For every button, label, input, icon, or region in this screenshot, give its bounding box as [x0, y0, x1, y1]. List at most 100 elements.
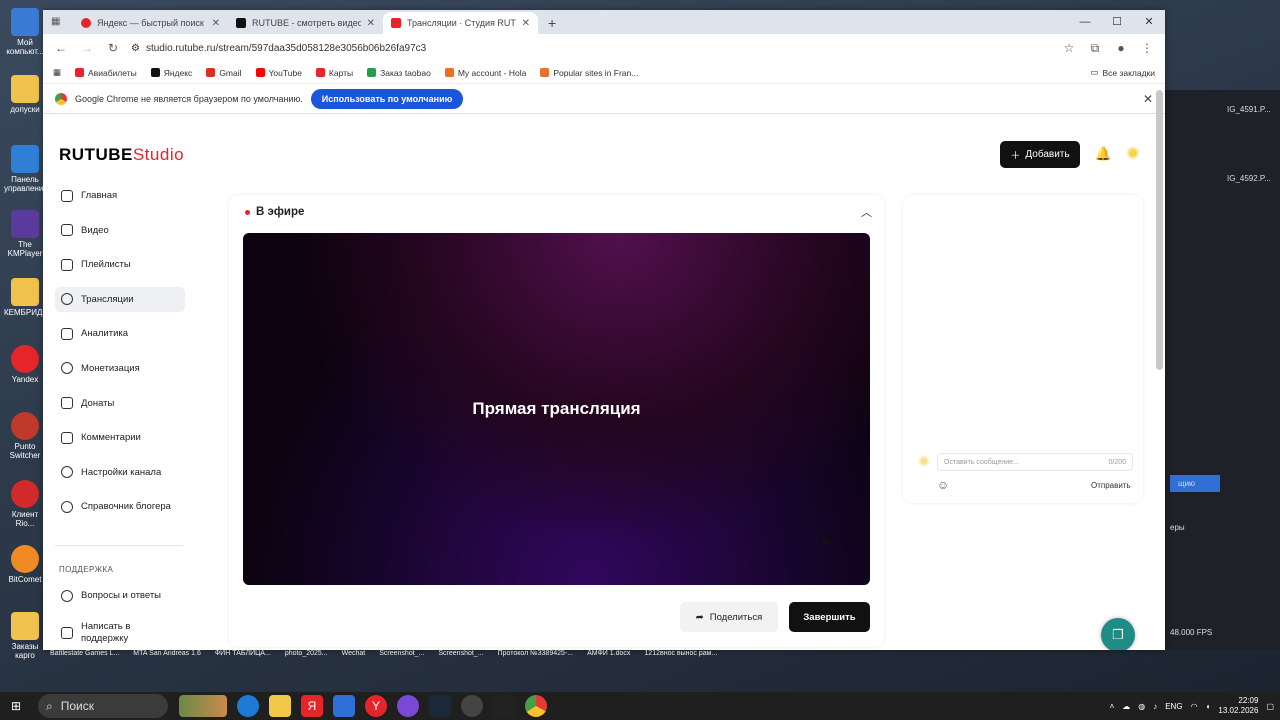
sidebar-item-donations[interactable]: Донаты: [55, 391, 185, 416]
desktop-icon-yandex[interactable]: Yandex: [4, 345, 46, 384]
desktop-icon-punto[interactable]: Punto Switcher: [4, 412, 46, 460]
wifi-icon[interactable]: ◠: [1191, 702, 1198, 711]
hola-icon: [444, 68, 454, 77]
sidebar-item-contact-support[interactable]: Написать в поддержку: [55, 618, 185, 648]
bookmark-item[interactable]: YouTube: [255, 68, 302, 78]
discord-icon[interactable]: [397, 695, 419, 717]
desktop-icon-client-rio[interactable]: Клиент Rio...: [4, 480, 46, 528]
minimize-icon[interactable]: —: [1069, 10, 1101, 34]
close-tab-icon[interactable]: ✕: [522, 18, 530, 29]
desktop-icon-kmplayer[interactable]: The KMPlayer: [4, 210, 46, 258]
desktop-file[interactable]: Screenshot_...: [438, 650, 483, 668]
desktop-icon-control-panel[interactable]: Панель управлени...: [4, 145, 50, 193]
bookmark-item[interactable]: Авиабилеты: [75, 68, 137, 78]
rutube-icon[interactable]: [493, 695, 515, 717]
close-tab-icon[interactable]: ✕: [212, 18, 220, 29]
sidebar-item-faq[interactable]: Вопросы и ответы: [55, 583, 185, 608]
tab-search-icon[interactable]: ▦: [51, 16, 63, 28]
profile-icon[interactable]: ●: [1113, 41, 1129, 55]
forward-icon[interactable]: →: [79, 41, 95, 55]
sidebar-item-comments[interactable]: Комментарии: [55, 425, 185, 450]
clock[interactable]: 22:09 13.02.2026: [1218, 696, 1258, 716]
cloud-icon[interactable]: ☁: [1122, 702, 1130, 711]
desktop-file[interactable]: Battlestate Games L...: [50, 650, 119, 668]
sidebar-item-home[interactable]: Главная: [55, 183, 185, 208]
all-bookmarks[interactable]: ▭ Все закладки: [1090, 67, 1155, 78]
notification-icon[interactable]: ▢: [1266, 702, 1274, 711]
add-button[interactable]: ＋ Добавить: [1000, 141, 1080, 168]
desktop-file[interactable]: ФИН ТАБЛИЦА...: [215, 650, 271, 668]
emoji-icon[interactable]: ☺: [937, 478, 949, 492]
site-info-icon[interactable]: ⚙: [131, 43, 140, 54]
volume-icon[interactable]: ♪: [1153, 702, 1157, 711]
sidebar-item-video[interactable]: Видео: [55, 218, 185, 243]
close-window-icon[interactable]: ✕: [1133, 10, 1165, 34]
bookmark-item[interactable]: Заказ taobao: [367, 68, 431, 78]
bookmark-item[interactable]: Gmail: [206, 68, 242, 78]
desktop-icon-bitcomet[interactable]: BitComet: [4, 545, 46, 584]
language-indicator[interactable]: ENG: [1165, 702, 1182, 711]
windows-start-icon[interactable]: ⊞: [5, 695, 27, 717]
widgets-icon[interactable]: [179, 695, 227, 717]
sidebar-item-channel-settings[interactable]: Настройки канала: [55, 460, 185, 485]
sidebar-item-monetization[interactable]: Монетизация: [55, 356, 185, 381]
desktop-file[interactable]: MTA San Andreas 1.6: [133, 650, 201, 668]
desktop-file[interactable]: Screenshot_...: [379, 650, 424, 668]
apps-icon[interactable]: ▦: [53, 67, 61, 78]
send-button[interactable]: Отправить: [1091, 481, 1131, 490]
bell-icon[interactable]: 🔔: [1095, 146, 1111, 162]
file-explorer-icon[interactable]: [269, 695, 291, 717]
desktop-file[interactable]: Протокол №3389425-...: [498, 650, 574, 668]
extensions-icon[interactable]: ⧉: [1087, 41, 1103, 56]
reload-icon[interactable]: ↻: [105, 41, 121, 55]
help-chat-button[interactable]: ❐: [1101, 618, 1135, 650]
chevron-up-icon[interactable]: ︿: [861, 204, 872, 220]
back-icon[interactable]: ←: [53, 41, 69, 55]
sidebar-item-playlists[interactable]: Плейлисты: [55, 252, 185, 277]
rutube-studio-logo[interactable]: RUTUBEStudio: [59, 145, 184, 165]
maximize-icon[interactable]: ☐: [1101, 10, 1133, 34]
new-tab-button[interactable]: +: [538, 12, 566, 34]
sidebar-item-blogger-guide[interactable]: Справочник блогера: [55, 494, 185, 519]
tray-arrow-icon[interactable]: ˄: [1110, 702, 1115, 711]
tab-yandex[interactable]: Яндекс — быстрый поиск в ин ✕: [73, 12, 228, 34]
desktop-file[interactable]: photo_2025...: [285, 650, 328, 668]
bookmark-item[interactable]: Яндекс: [150, 68, 192, 78]
yandex-browser-icon[interactable]: Я: [301, 695, 323, 717]
desktop-icon-my-computer[interactable]: Мой компьют...: [4, 8, 46, 56]
desktop-icon-orders[interactable]: Заказы карго: [4, 612, 46, 660]
desktop-file[interactable]: Wechat: [342, 650, 366, 668]
yandex-icon[interactable]: Y: [365, 695, 387, 717]
page-scrollbar[interactable]: [1156, 90, 1163, 370]
chat-message-input[interactable]: Оставить сообщение... 0/200: [937, 453, 1133, 471]
sidebar-item-streams[interactable]: Трансляции: [55, 286, 185, 312]
speaker-icon[interactable]: ◖: [1206, 702, 1211, 711]
desktop-file[interactable]: 1212внос вынос рам...: [644, 650, 717, 668]
video-player[interactable]: Прямая трансляция: [243, 233, 870, 585]
chrome-icon[interactable]: [525, 695, 547, 717]
network-icon[interactable]: ◍: [1138, 702, 1145, 711]
desktop-icon-cambridge[interactable]: КЕМБРИДЖ: [4, 278, 50, 317]
finish-stream-button[interactable]: Завершить: [789, 602, 870, 632]
close-tab-icon[interactable]: ✕: [367, 18, 375, 29]
taskbar-search[interactable]: ⌕ Поиск: [38, 694, 168, 718]
steam-icon[interactable]: [429, 695, 451, 717]
bookmark-item[interactable]: Карты: [315, 68, 353, 78]
avatar[interactable]: [1126, 146, 1140, 160]
app-icon[interactable]: [333, 695, 355, 717]
more-menu-icon[interactable]: ⋮: [1139, 41, 1155, 55]
share-button[interactable]: ➦ Поделиться: [680, 602, 778, 632]
desktop-icon-dopuski[interactable]: допуски: [4, 75, 46, 114]
set-default-button[interactable]: Использовать по умолчанию: [310, 88, 464, 109]
sidebar-item-analytics[interactable]: Аналитика: [55, 321, 185, 346]
desktop-file[interactable]: АМФИ 1.docx: [587, 650, 630, 668]
bookmark-star-icon[interactable]: ☆: [1061, 41, 1077, 55]
tab-rutube[interactable]: RUTUBE - смотреть видео онл ✕: [228, 12, 383, 34]
edge-icon[interactable]: [237, 695, 259, 717]
obs-icon[interactable]: [461, 695, 483, 717]
close-infobar-icon[interactable]: ✕: [1143, 92, 1153, 106]
bookmark-item[interactable]: Popular sites in Fran...: [540, 68, 638, 78]
bookmark-item[interactable]: My account - Hola: [444, 68, 526, 78]
url-field[interactable]: ⚙ studio.rutube.ru/stream/597daa35d05812…: [131, 43, 1051, 54]
tab-studio[interactable]: Трансляции · Студия RUTUBE ✕: [383, 12, 538, 34]
